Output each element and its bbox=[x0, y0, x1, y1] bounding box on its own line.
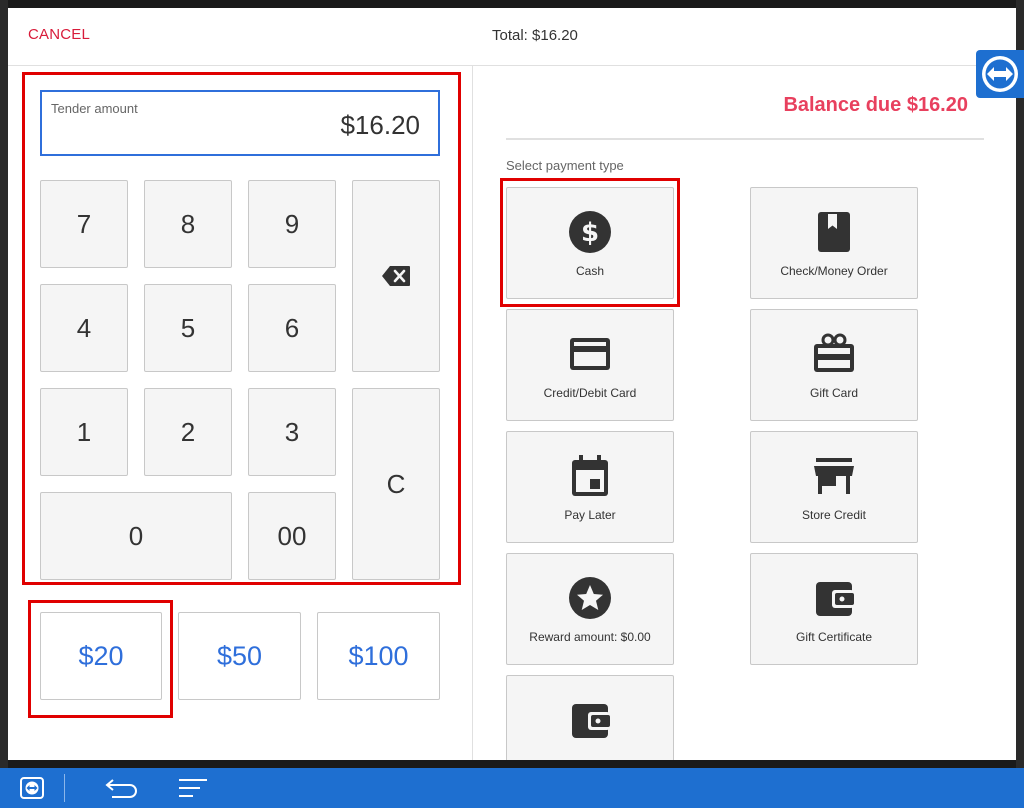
wallet-icon bbox=[816, 582, 854, 616]
payment-store-credit-button[interactable]: Store Credit bbox=[750, 431, 918, 543]
dollar-circle-icon: $ bbox=[569, 211, 611, 253]
payment-dialog: CANCEL Total: $16.20 Tender amount $16.2… bbox=[8, 8, 1016, 760]
teamviewer-icon[interactable] bbox=[20, 777, 44, 799]
tender-panel: Tender amount $16.20 7 8 9 4 5 6 1 2 3 0… bbox=[8, 66, 473, 760]
key-5[interactable]: 5 bbox=[144, 284, 232, 372]
payment-card-button[interactable]: Credit/Debit Card bbox=[506, 309, 674, 421]
cancel-button[interactable]: CANCEL bbox=[28, 26, 90, 43]
payment-cash-button[interactable]: $ Cash bbox=[506, 187, 674, 299]
payment-label: Check/Money Order bbox=[780, 264, 888, 278]
key-3[interactable]: 3 bbox=[248, 388, 336, 476]
payment-label: Gift Certificate bbox=[795, 630, 873, 644]
store-icon bbox=[814, 458, 854, 494]
balance-due: Balance due $16.20 bbox=[783, 94, 968, 116]
payment-reward-button[interactable]: Reward amount: $0.00 bbox=[506, 553, 674, 665]
key-7[interactable]: 7 bbox=[40, 180, 128, 268]
quick-amount-20[interactable]: $20 bbox=[40, 612, 162, 700]
bookmark-icon bbox=[818, 212, 850, 252]
wallet-icon bbox=[572, 704, 610, 738]
key-9[interactable]: 9 bbox=[248, 180, 336, 268]
key-6[interactable]: 6 bbox=[248, 284, 336, 372]
quick-amount-50[interactable]: $50 bbox=[178, 612, 301, 700]
calendar-icon bbox=[572, 455, 608, 496]
backspace-icon bbox=[382, 266, 410, 286]
backspace-button[interactable] bbox=[352, 180, 440, 372]
teamviewer-floating-button[interactable] bbox=[976, 50, 1024, 98]
credit-card-icon bbox=[570, 338, 610, 370]
payment-label: Cash bbox=[575, 264, 604, 278]
payment-check-button[interactable]: Check/Money Order bbox=[750, 187, 918, 299]
tender-amount-value: $16.20 bbox=[340, 110, 420, 140]
payment-label: Reward amount: $0.00 bbox=[529, 630, 651, 644]
gift-card-icon bbox=[814, 333, 854, 372]
quick-amount-100[interactable]: $100 bbox=[317, 612, 440, 700]
balance-divider bbox=[506, 138, 984, 140]
payment-label: Pay Later bbox=[564, 508, 616, 522]
star-circle-icon bbox=[569, 577, 611, 619]
payment-type-panel: Balance due $16.20 Select payment type $… bbox=[474, 66, 1016, 760]
key-00[interactable]: 00 bbox=[248, 492, 336, 580]
background-edge-left bbox=[0, 0, 8, 768]
teamviewer-icon bbox=[982, 56, 1018, 92]
payment-gift-certificate-button[interactable]: Gift Certificate bbox=[750, 553, 918, 665]
payment-label: Gift Card bbox=[809, 386, 858, 400]
taskbar-separator bbox=[64, 774, 65, 802]
key-1[interactable]: 1 bbox=[40, 388, 128, 476]
dialog-header: CANCEL Total: $16.20 bbox=[8, 8, 1016, 66]
clear-button[interactable]: C bbox=[352, 388, 440, 580]
tender-amount-field[interactable]: Tender amount $16.20 bbox=[40, 90, 440, 156]
payment-label: Store Credit bbox=[801, 508, 867, 522]
key-4[interactable]: 4 bbox=[40, 284, 128, 372]
android-taskbar bbox=[0, 768, 1024, 808]
key-0[interactable]: 0 bbox=[40, 492, 232, 580]
tender-amount-label: Tender amount bbox=[51, 101, 138, 116]
payment-other-button[interactable] bbox=[506, 675, 674, 760]
select-payment-label: Select payment type bbox=[506, 158, 624, 173]
back-arrow-icon[interactable] bbox=[104, 777, 140, 799]
order-total: Total: $16.20 bbox=[492, 27, 578, 44]
key-2[interactable]: 2 bbox=[144, 388, 232, 476]
payment-label: Credit/Debit Card bbox=[543, 386, 637, 400]
payment-gift-card-button[interactable]: Gift Card bbox=[750, 309, 918, 421]
svg-text:$: $ bbox=[581, 218, 599, 248]
menu-lines-icon[interactable] bbox=[178, 778, 208, 798]
key-8[interactable]: 8 bbox=[144, 180, 232, 268]
payment-pay-later-button[interactable]: Pay Later bbox=[506, 431, 674, 543]
background-edge-right bbox=[1016, 0, 1024, 768]
